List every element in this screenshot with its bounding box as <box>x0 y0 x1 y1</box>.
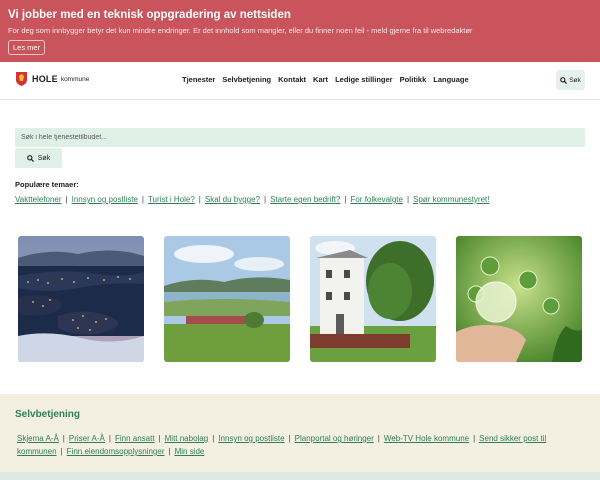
search-icon <box>26 154 34 162</box>
search-button-label: Søk <box>37 154 51 162</box>
self-service-section: Selvbetjening Skjema A-Å | Priser A-Å | Finn… <box>0 394 600 480</box>
search-input[interactable] <box>15 128 585 147</box>
separator: | <box>198 195 201 204</box>
popular-link-kommunestyret[interactable]: Spør kommunestyret! <box>413 195 489 204</box>
nav-item-language[interactable]: Language <box>433 75 468 84</box>
popular-link-vakttelefoner[interactable]: Vakttelefoner <box>15 195 62 204</box>
self-service-links: Skjema A-Å | Priser A-Å | Finn ansatt | Mitt n… <box>15 432 590 458</box>
footer-bottom-strip <box>0 472 600 480</box>
separator: | <box>264 195 267 204</box>
logo-text: HOLE <box>32 74 58 84</box>
co2-hand-plant-photo <box>456 236 582 362</box>
separator: | <box>65 195 68 204</box>
separator: | <box>473 434 476 443</box>
night-town-lake-photo <box>18 236 144 362</box>
read-more-button[interactable]: Les mer <box>8 40 46 55</box>
separator: | <box>288 434 291 443</box>
banner-title: Vi jobber med en teknisk oppgradering av… <box>8 9 291 21</box>
coat-of-arms-icon <box>16 72 27 86</box>
separator: | <box>141 195 144 204</box>
card-lake-landscape[interactable] <box>164 236 290 362</box>
logo-subtext: kommune <box>60 75 90 83</box>
separator: | <box>168 447 171 456</box>
popular-link-folkevalgte[interactable]: For folkevalgte <box>350 195 402 204</box>
separator: | <box>406 195 410 204</box>
footer-link-finn-ansatt[interactable]: Finn ansatt <box>115 434 155 443</box>
banner-text: For deg som innbygger betyr det kun mind… <box>8 26 473 35</box>
nav-item-ledige-stillinger[interactable]: Ledige stillinger <box>335 75 393 84</box>
white-building-tree-photo <box>310 236 436 362</box>
popular-link-bedrift[interactable]: Starte egen bedrift? <box>270 195 340 204</box>
separator: | <box>158 434 161 443</box>
footer-link-web-tv[interactable]: Web-TV Hole kommune <box>384 434 469 443</box>
footer-link-min-side[interactable]: Min side <box>175 447 205 456</box>
footer-link-priser[interactable]: Priser A-Å <box>69 434 105 443</box>
separator: | <box>60 447 63 456</box>
nav-item-kart[interactable]: Kart <box>313 75 328 84</box>
header-search-label: Søk <box>569 76 581 84</box>
card-white-building[interactable] <box>310 236 436 362</box>
popular-topics-title: Populære temaer: <box>15 180 79 189</box>
header-search-button[interactable]: Søk <box>556 70 585 90</box>
footer-link-eiendom[interactable]: Finn eiendomsopplysninger <box>67 447 165 456</box>
popular-topics-links: Vakttelefoner | Innsyn og postliste | Turist… <box>15 195 489 204</box>
site-header: HOLE kommune Tjenester Selvbetjening Kon… <box>0 62 600 100</box>
footer-link-innsyn[interactable]: Innsyn og postliste <box>218 434 284 443</box>
separator: | <box>108 434 111 443</box>
separator: | <box>62 434 65 443</box>
nav-item-kontakt[interactable]: Kontakt <box>278 75 306 84</box>
main-nav: Tjenester Selvbetjening Kontakt Kart Led… <box>182 75 469 84</box>
nav-item-tjenester[interactable]: Tjenester <box>182 75 215 84</box>
separator: | <box>377 434 380 443</box>
card-co2-sustainability[interactable] <box>456 236 582 362</box>
footer-link-skjema[interactable]: Skjema A-Å <box>17 434 59 443</box>
search-button[interactable]: Søk <box>15 148 62 168</box>
search-icon <box>560 76 568 84</box>
popular-link-turist[interactable]: Turist i Hole? <box>148 195 195 204</box>
lake-fjord-landscape-photo <box>164 236 290 362</box>
self-service-title: Selvbetjening <box>15 409 81 420</box>
nav-item-politikk[interactable]: Politikk <box>400 75 427 84</box>
footer-link-mitt-nabolag[interactable]: Mitt nabolag <box>165 434 209 443</box>
info-banner: Vi jobber med en teknisk oppgradering av… <box>0 0 600 62</box>
nav-item-selvbetjening[interactable]: Selvbetjening <box>222 75 271 84</box>
popular-link-innsyn[interactable]: Innsyn og postliste <box>72 195 138 204</box>
popular-link-bygge[interactable]: Skal du bygge? <box>205 195 260 204</box>
footer-link-planportal[interactable]: Planportal og høringer <box>295 434 374 443</box>
separator: | <box>212 434 215 443</box>
card-night-town[interactable] <box>18 236 144 362</box>
separator: | <box>344 195 347 204</box>
logo[interactable]: HOLE kommune <box>16 72 89 86</box>
